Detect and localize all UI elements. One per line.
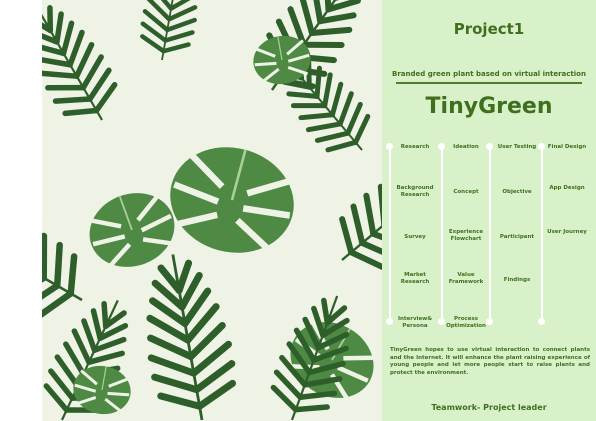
list-item: Findings [503, 277, 531, 283]
timeline-dot [486, 318, 493, 325]
list-item: App Design [549, 185, 585, 191]
list-item: Objective [502, 189, 532, 195]
list-item: Experience Flowchart [448, 229, 484, 243]
leaves-illustration [42, 0, 382, 421]
role-footer: Teamwork- Project leader [431, 403, 547, 412]
brand-name: TinyGreen [425, 94, 553, 119]
project-title: Project1 [453, 20, 525, 38]
page: Project1 Branded green plant based on vi… [0, 0, 596, 421]
project-panel: Project1 Branded green plant based on vi… [382, 0, 596, 421]
list-item: Value Framework [448, 272, 484, 286]
column-header-research: Research [400, 144, 430, 150]
divider [396, 82, 582, 84]
list-item: Participant [499, 234, 535, 240]
list-item: Concept [453, 189, 479, 195]
list-item: Process Optimization [446, 316, 486, 330]
list-item: Survey [404, 234, 426, 240]
timeline-dot [538, 318, 545, 325]
column-header-user-testing: User Testing [497, 144, 537, 150]
project-description: TinyGreen hopes to use virtual interacti… [390, 347, 590, 377]
project-subtitle: Branded green plant based on virtual int… [392, 70, 586, 78]
list-item: Interview& Persona [397, 316, 433, 330]
list-item: Background Research [396, 185, 434, 199]
column-header-ideation: Ideation [453, 144, 479, 150]
column-header-final-design: Final Design [547, 144, 587, 150]
list-item: Market Research [400, 272, 430, 286]
tropical-leaves-image [42, 0, 382, 421]
timeline-line-user-testing [489, 147, 491, 321]
list-item: User Journey [547, 229, 587, 235]
